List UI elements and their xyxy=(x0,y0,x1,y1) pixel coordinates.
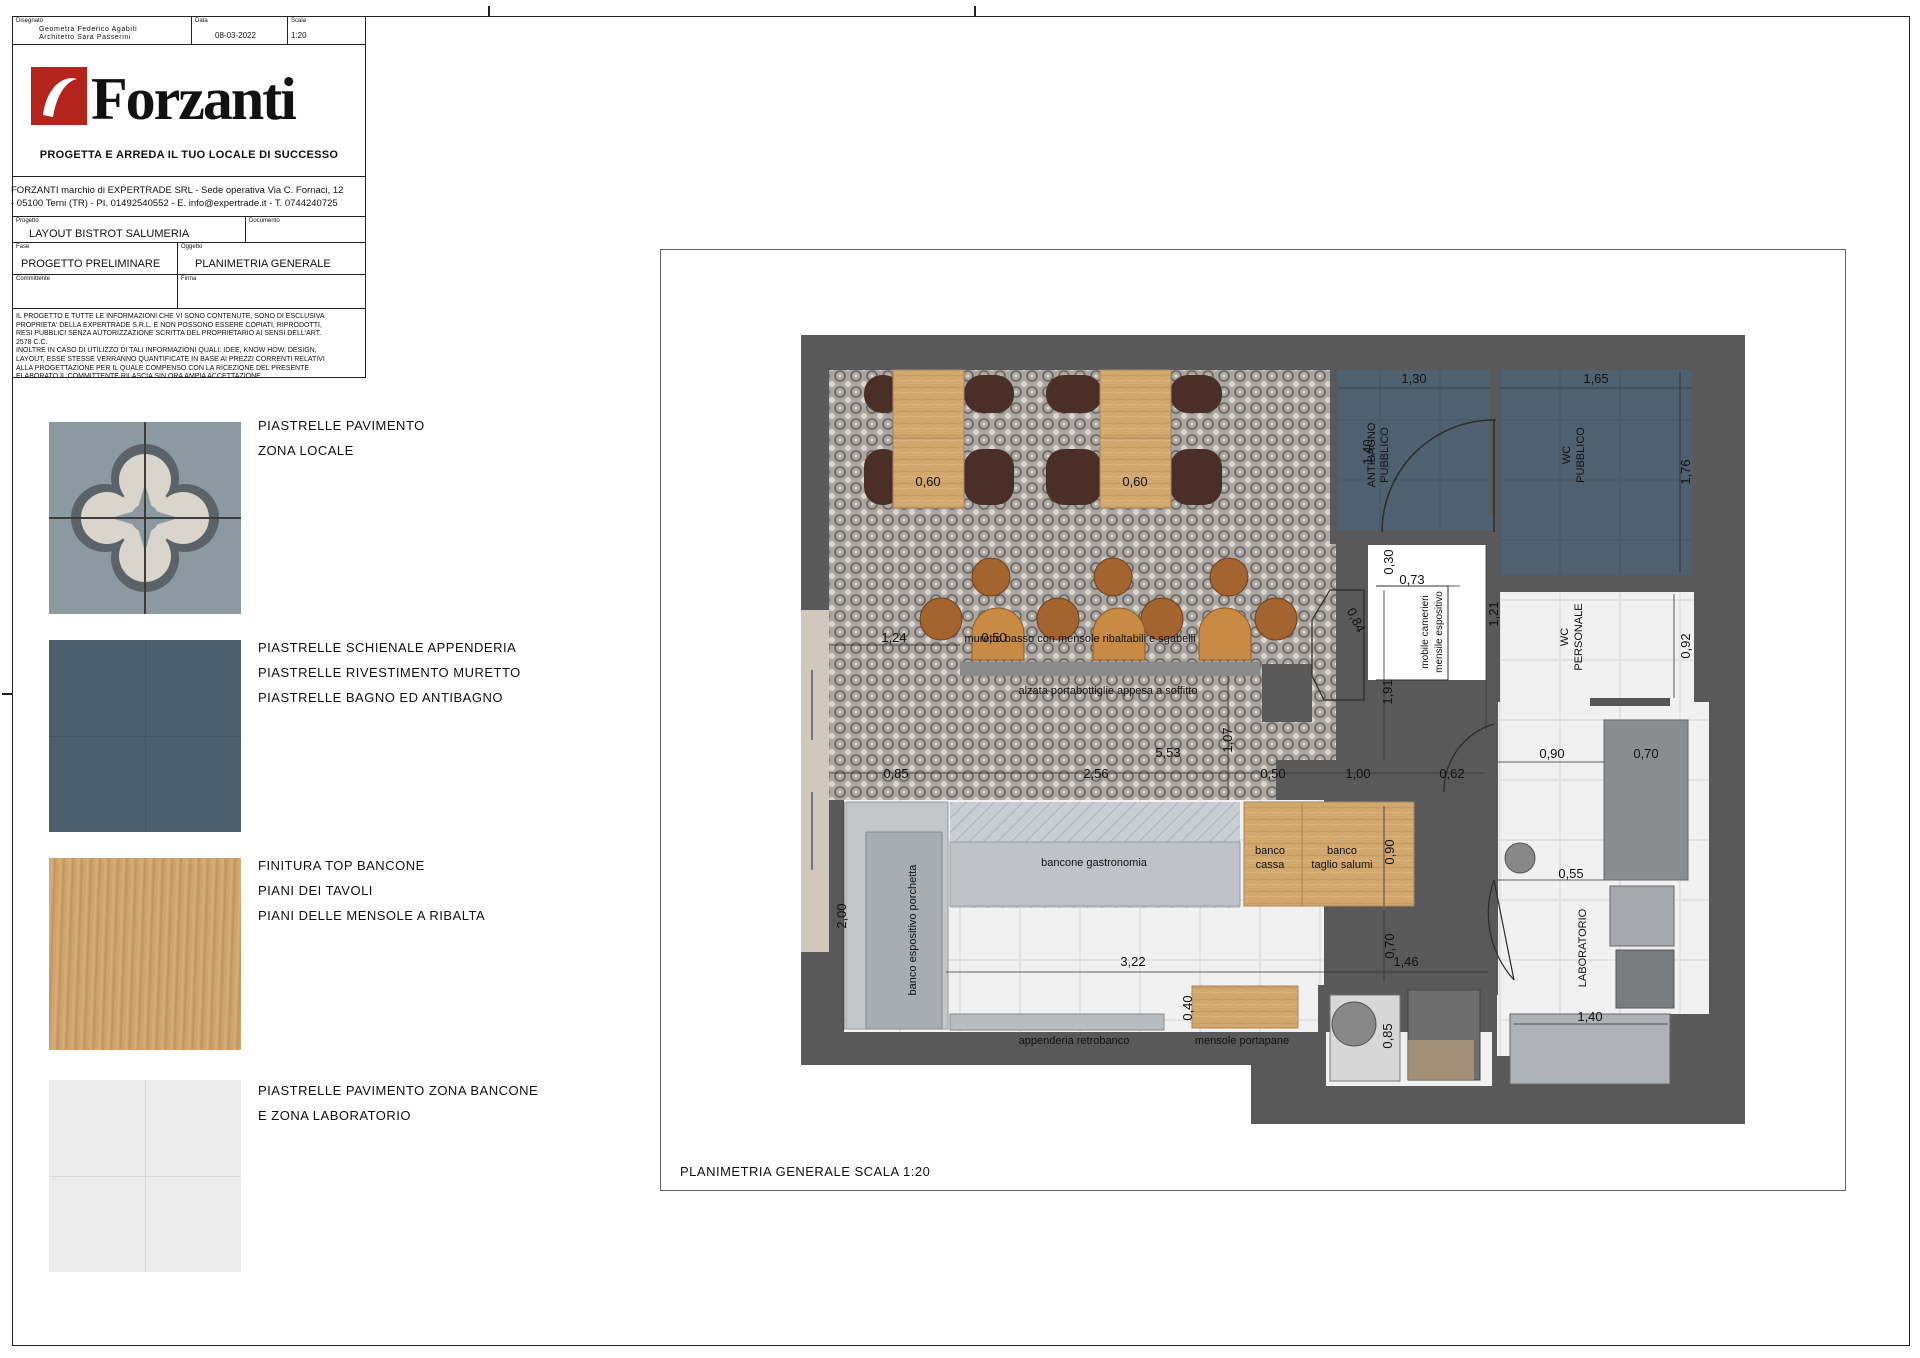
floor-wc-pubblico xyxy=(1500,370,1692,575)
label-appenderia: appenderia retrobanco xyxy=(1019,1035,1130,1047)
dim-040: 0,40 xyxy=(1180,995,1195,1020)
dim-085: 0,85 xyxy=(883,766,908,781)
appenderia-retrobanco xyxy=(949,1013,1165,1031)
wall-wc-separation xyxy=(1498,575,1694,592)
wall-storage-left xyxy=(1318,985,1326,1085)
room-label-wc-personale-1: WC xyxy=(1559,628,1571,646)
floor-plan: ANTIBAGNO PUBBLICO WC PUBBLICO WC PERSON… xyxy=(801,335,1745,1124)
dim-070-a: 0,70 xyxy=(1633,746,1658,761)
dim-050-a: 0,50 xyxy=(981,630,1006,645)
dim-165: 1,65 xyxy=(1583,371,1608,386)
dim-124: 1,24 xyxy=(881,630,906,645)
wall-lab-corner xyxy=(1669,1014,1709,1086)
dim-085-b: 0,85 xyxy=(1380,1023,1395,1048)
room-label-wc-pubblico-1: WC xyxy=(1561,446,1573,464)
dim-table-1: 0,60 xyxy=(915,474,940,489)
label-banco-cassa-1: banco xyxy=(1255,845,1285,857)
label-alzata: alzata portabottiglie appesa a soffitto xyxy=(1019,685,1198,697)
dim-100: 1,00 xyxy=(1345,766,1370,781)
dim-140-vertical: 1,40 xyxy=(1360,439,1375,464)
dim-107: 1,07 xyxy=(1220,727,1235,752)
dim-322: 3,22 xyxy=(1120,954,1145,969)
floor-wc-personale xyxy=(1500,592,1694,702)
room-label-wc-pubblico-2: PUBBLICO xyxy=(1575,427,1587,483)
label-mobile-camerieri-2: mensile espositivo xyxy=(1434,591,1445,673)
lab-bin-icon xyxy=(1504,842,1536,874)
room-label-antibagno-2: PUBBLICO xyxy=(1379,427,1391,483)
dim-table-2: 0,60 xyxy=(1122,474,1147,489)
muretto-basso xyxy=(960,662,1260,676)
dim-130: 1,30 xyxy=(1401,371,1426,386)
dim-090-b: 0,90 xyxy=(1382,839,1397,864)
lab-sink xyxy=(1609,885,1675,947)
dim-121: 1,21 xyxy=(1486,601,1501,626)
dim-030: 0,30 xyxy=(1381,549,1396,574)
wall-antibagno-bottom xyxy=(1330,530,1496,544)
storage-box xyxy=(1408,1040,1474,1080)
dim-073: 0,73 xyxy=(1399,572,1424,587)
dim-256: 2,56 xyxy=(1083,766,1108,781)
dim-191: 1,91 xyxy=(1380,679,1395,704)
lab-oven xyxy=(1615,949,1675,1009)
dim-553: 5,53 xyxy=(1155,745,1180,760)
bancone-gastronomia xyxy=(949,841,1241,907)
room-label-wc-personale-2: PERSONALE xyxy=(1573,603,1585,670)
dim-055: 0,55 xyxy=(1558,866,1583,881)
label-banco-taglio-2: taglio salumi xyxy=(1311,859,1372,871)
dim-050-b: 0,50 xyxy=(1260,766,1285,781)
dim-146: 1,46 xyxy=(1393,954,1418,969)
dim-176: 1,76 xyxy=(1678,459,1693,484)
dim-090-a: 0,90 xyxy=(1539,746,1564,761)
label-banco-porchetta: banco espositivo porchetta xyxy=(907,864,919,996)
label-bancone-gastronomia: bancone gastronomia xyxy=(1041,857,1148,869)
lab-counter-top xyxy=(1603,719,1689,881)
label-mobile-camerieri-1: mobile camerieri xyxy=(1420,595,1431,668)
label-mensole: mensole portapane xyxy=(1195,1035,1289,1047)
wall-antibagno-left xyxy=(1330,370,1338,535)
label-banco-cassa-2: cassa xyxy=(1256,859,1286,871)
pillar xyxy=(1262,664,1312,722)
dim-092: 0,92 xyxy=(1678,633,1693,658)
banco-porchetta-top xyxy=(865,831,943,1030)
room-label-laboratorio: LABORATORIO xyxy=(1577,908,1589,987)
lab-bottom-counter xyxy=(1509,1013,1671,1085)
window-strip xyxy=(801,610,829,952)
lab-shelf xyxy=(1590,698,1670,706)
dim-200: 2,00 xyxy=(834,903,849,928)
mensole-portapane xyxy=(1191,985,1299,1029)
label-banco-taglio-1: banco xyxy=(1327,845,1357,857)
dim-062: 0,62 xyxy=(1439,766,1464,781)
affettatrice-icon xyxy=(1331,1001,1377,1047)
dim-140: 1,40 xyxy=(1577,1009,1602,1024)
